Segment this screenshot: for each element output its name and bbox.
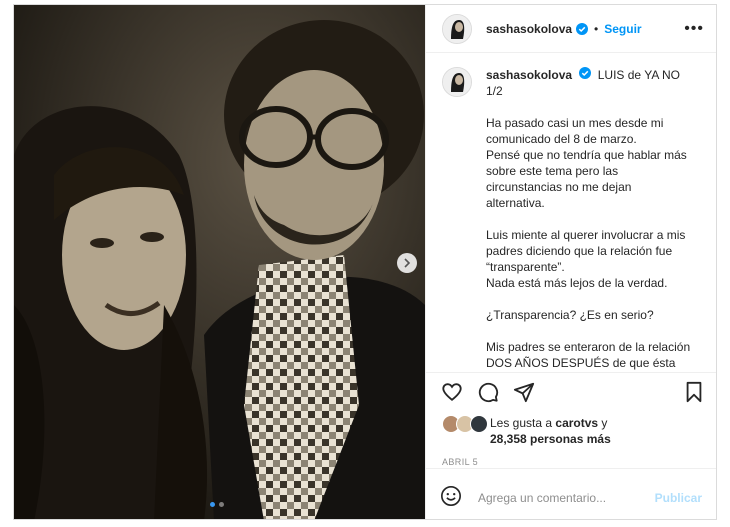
caption-line: comunicado del 8 de marzo. <box>486 132 637 146</box>
avatar[interactable] <box>442 13 472 44</box>
avatar <box>470 415 488 433</box>
carousel-dot-active <box>210 502 215 507</box>
caption-line: “transparente”. <box>486 260 565 274</box>
post-header: sashasokolova • Seguir ••• <box>426 5 716 53</box>
caption-line: Ha pasado casi un mes desde mi <box>486 116 664 130</box>
caption-paragraph: Ha pasado casi un mes desde mi comunicad… <box>486 115 690 211</box>
caption-username[interactable]: sashasokolova <box>486 68 572 82</box>
profile-picture <box>443 68 471 96</box>
caption-line: DOS AÑOS DESPUÉS de que ésta <box>486 356 676 370</box>
liker-username-link[interactable]: carotvs <box>555 416 598 430</box>
likes-prefix: Les gusta a <box>490 416 556 430</box>
emoji-icon[interactable] <box>440 485 462 512</box>
chevron-right-icon <box>404 258 411 268</box>
caption-line: Pensé que no tendría que hablar más <box>486 148 687 162</box>
likes-connector: y <box>598 416 608 430</box>
post-details-panel: sashasokolova • Seguir ••• sashasokolova… <box>425 5 716 519</box>
caption-paragraph: Luis miente al querer involucrar a mis p… <box>486 227 690 291</box>
likes-count-link[interactable]: 28,358 personas más <box>490 432 611 446</box>
caption-paragraph: ¿Transparencia? ¿Es en serio? <box>486 307 690 323</box>
comment-box: Publicar <box>426 477 716 519</box>
caption-section: sashasokolova LUIS de YA NO 1/2 Ha pasad… <box>426 53 716 373</box>
caption-line: alternativa. <box>486 196 545 210</box>
carousel-dot <box>219 502 224 507</box>
caption-counter: 1/2 <box>486 84 503 98</box>
vintage-photo <box>14 5 425 519</box>
separator-dot: • <box>594 21 599 36</box>
caption-title: LUIS de YA NO <box>597 68 680 82</box>
carousel-next-button[interactable] <box>397 253 417 273</box>
post-date[interactable]: ABRIL 5 <box>426 447 716 469</box>
action-bar <box>426 373 716 411</box>
verified-badge-icon <box>579 67 592 79</box>
instagram-post: sashasokolova • Seguir ••• sashasokolova… <box>13 4 717 520</box>
ellipsis-icon[interactable]: ••• <box>684 20 704 38</box>
bookmark-icon[interactable] <box>682 380 706 404</box>
caption-line: circunstancias no me dejan <box>486 180 632 194</box>
liker-avatars[interactable] <box>442 415 490 433</box>
verified-badge-icon <box>576 22 589 35</box>
avatar[interactable] <box>442 67 472 97</box>
publish-button[interactable]: Publicar <box>655 491 702 505</box>
caption-line: ¿Transparencia? ¿Es en serio? <box>486 308 654 322</box>
caption-line: Nada está más lejos de la verdad. <box>486 276 668 290</box>
username-link[interactable]: sashasokolova <box>486 22 572 36</box>
follow-button[interactable]: Seguir <box>604 22 641 36</box>
likes-summary: Les gusta a carotvs y 28,358 personas má… <box>426 411 716 447</box>
caption-line: sobre este tema pero las <box>486 164 619 178</box>
caption-line: Mis padres se enteraron de la relación <box>486 340 691 354</box>
profile-picture <box>443 14 471 43</box>
caption-paragraph: Mis padres se enteraron de la relación D… <box>486 339 690 371</box>
comment-icon[interactable] <box>476 380 500 404</box>
post-photo[interactable] <box>14 5 425 519</box>
carousel-indicator <box>210 502 224 507</box>
heart-icon[interactable] <box>440 380 464 404</box>
caption-line: padres diciendo que la relación fue <box>486 244 673 258</box>
comment-input[interactable] <box>476 490 655 506</box>
likes-text: Les gusta a carotvs y 28,358 personas má… <box>490 415 611 447</box>
caption-line: Luis miente al querer involucrar a mis <box>486 228 686 242</box>
share-icon[interactable] <box>512 380 536 404</box>
caption-text: sashasokolova LUIS de YA NO 1/2 Ha pasad… <box>486 67 690 371</box>
